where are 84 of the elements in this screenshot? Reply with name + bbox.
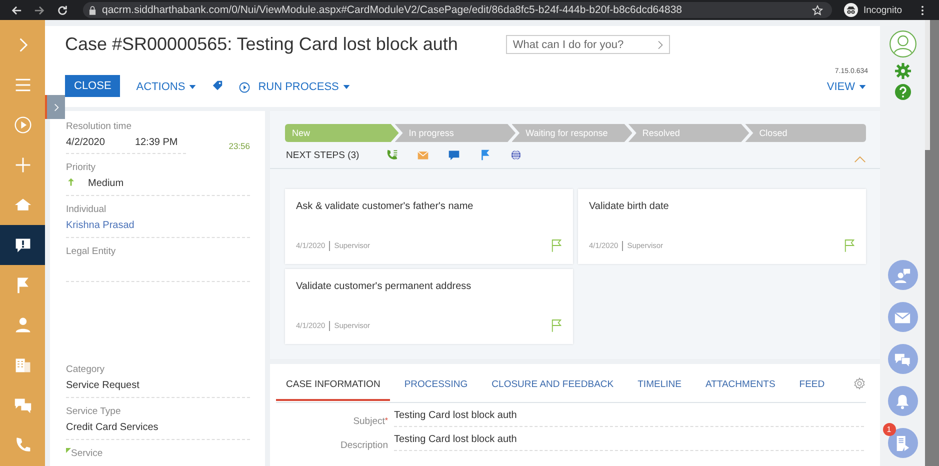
- task-title: Validate customer's permanent address: [296, 281, 472, 292]
- globe-icon[interactable]: [510, 149, 522, 161]
- reload-icon[interactable]: [57, 4, 68, 16]
- tab[interactable]: CASE INFORMATION: [276, 368, 390, 400]
- tab[interactable]: FEED: [789, 368, 835, 400]
- phone-icon: [14, 436, 32, 454]
- field-label: Subject: [353, 416, 385, 427]
- settings-icon[interactable]: [894, 63, 910, 79]
- email-button[interactable]: [888, 302, 918, 332]
- notifications-button[interactable]: [888, 386, 918, 416]
- document-play-icon: [894, 434, 911, 452]
- corner-marker-icon: [66, 448, 71, 453]
- tab[interactable]: TIMELINE: [628, 368, 692, 400]
- notification-badge: 1: [882, 423, 896, 436]
- tab[interactable]: CLOSURE AND FEEDBACK: [482, 368, 624, 400]
- caret-icon: [342, 85, 350, 89]
- tab[interactable]: PROCESSING: [394, 368, 478, 400]
- task-title: Validate birth date: [589, 201, 670, 212]
- chevron-right-icon: [54, 102, 58, 112]
- field-label: Priority: [66, 162, 97, 173]
- lookup-field[interactable]: Credit Card Services: [66, 422, 250, 440]
- incognito-profile[interactable]: Incognito: [844, 3, 902, 17]
- field-label: Category: [66, 364, 106, 375]
- nav-item[interactable]: [0, 225, 45, 265]
- caret-icon: [189, 85, 196, 89]
- tag-icon[interactable]: [212, 80, 224, 91]
- play-icon: [239, 82, 250, 92]
- flag-icon[interactable]: [844, 239, 855, 252]
- command-field[interactable]: What can I do for you?: [506, 35, 670, 54]
- bell-icon: [894, 392, 911, 410]
- case-title: Case #SR00000565: Testing Card lost block auth: [65, 34, 458, 55]
- field-label: Description: [340, 440, 388, 451]
- settings-icon[interactable]: [853, 376, 866, 390]
- messages-button[interactable]: [888, 344, 918, 374]
- field-label: Legal Entity: [66, 246, 117, 257]
- view-button[interactable]: VIEW: [824, 77, 868, 97]
- collapse-icon[interactable]: [854, 156, 866, 162]
- phone-icon[interactable]: [386, 149, 398, 161]
- process-button[interactable]: [888, 428, 918, 458]
- agent-chat-button[interactable]: [888, 260, 918, 290]
- person-speech-icon: [894, 266, 911, 284]
- alert-icon: [14, 236, 32, 254]
- field-label: Individual: [66, 204, 108, 215]
- help-icon[interactable]: [894, 84, 910, 100]
- address-bar[interactable]: qacrm.siddharthabank.com/0/Nui/ViewModule.aspx#CardModuleV2/CasePage/edit/86da8fc5-b24f-444b-b20f-b8c6dcd64838: [83, 2, 832, 18]
- caret-icon: [859, 85, 866, 89]
- building-icon: [14, 356, 32, 374]
- text-field[interactable]: Testing Card lost block auth: [394, 434, 864, 451]
- scrollbar[interactable]: [925, 20, 939, 466]
- close-button[interactable]: CLOSE: [65, 75, 120, 97]
- required-mark: *: [384, 416, 388, 425]
- menu-icon: [14, 76, 32, 94]
- star-icon[interactable]: [812, 4, 824, 16]
- flag-icon[interactable]: [551, 319, 562, 332]
- remaining-time: 23:56: [228, 140, 250, 150]
- tab[interactable]: ATTACHMENTS: [695, 368, 786, 400]
- back-icon[interactable]: [11, 4, 22, 16]
- email-icon[interactable]: [417, 149, 430, 161]
- flag-icon[interactable]: [551, 239, 562, 252]
- next-steps-heading: NEXT STEPS (3): [286, 150, 360, 160]
- field-label: Service Type: [66, 406, 122, 417]
- chevron-right-icon: [656, 40, 663, 50]
- arrow-up-icon: [68, 178, 74, 186]
- task-title: Ask & validate customer's father's name: [296, 201, 474, 212]
- date-time-field[interactable]: 4/2/2020 12:39 PM: [66, 137, 186, 154]
- avatar-icon[interactable]: [888, 30, 916, 58]
- forward-icon[interactable]: [34, 4, 45, 16]
- text-field[interactable]: Testing Card lost block auth: [394, 410, 864, 427]
- individual-link[interactable]: Krishna Prasad: [66, 220, 250, 238]
- field-label: Resolution time: [66, 121, 132, 132]
- person-icon: [14, 316, 32, 334]
- incognito-icon: [844, 3, 858, 17]
- collapse-toggle[interactable]: [45, 95, 65, 119]
- run-process-button[interactable]: RUN PROCESS: [237, 77, 352, 97]
- chat-icon[interactable]: [448, 149, 460, 161]
- priority-field[interactable]: Medium: [66, 178, 250, 196]
- plus-icon: [14, 156, 32, 174]
- chat-icon: [14, 396, 32, 414]
- actions-button[interactable]: ACTIONS: [134, 77, 198, 97]
- lock-icon: [89, 6, 96, 14]
- flag-icon[interactable]: [479, 149, 492, 161]
- play-icon: [14, 116, 32, 134]
- lookup-field[interactable]: Service Request: [66, 380, 250, 398]
- field-label: Service: [66, 448, 250, 459]
